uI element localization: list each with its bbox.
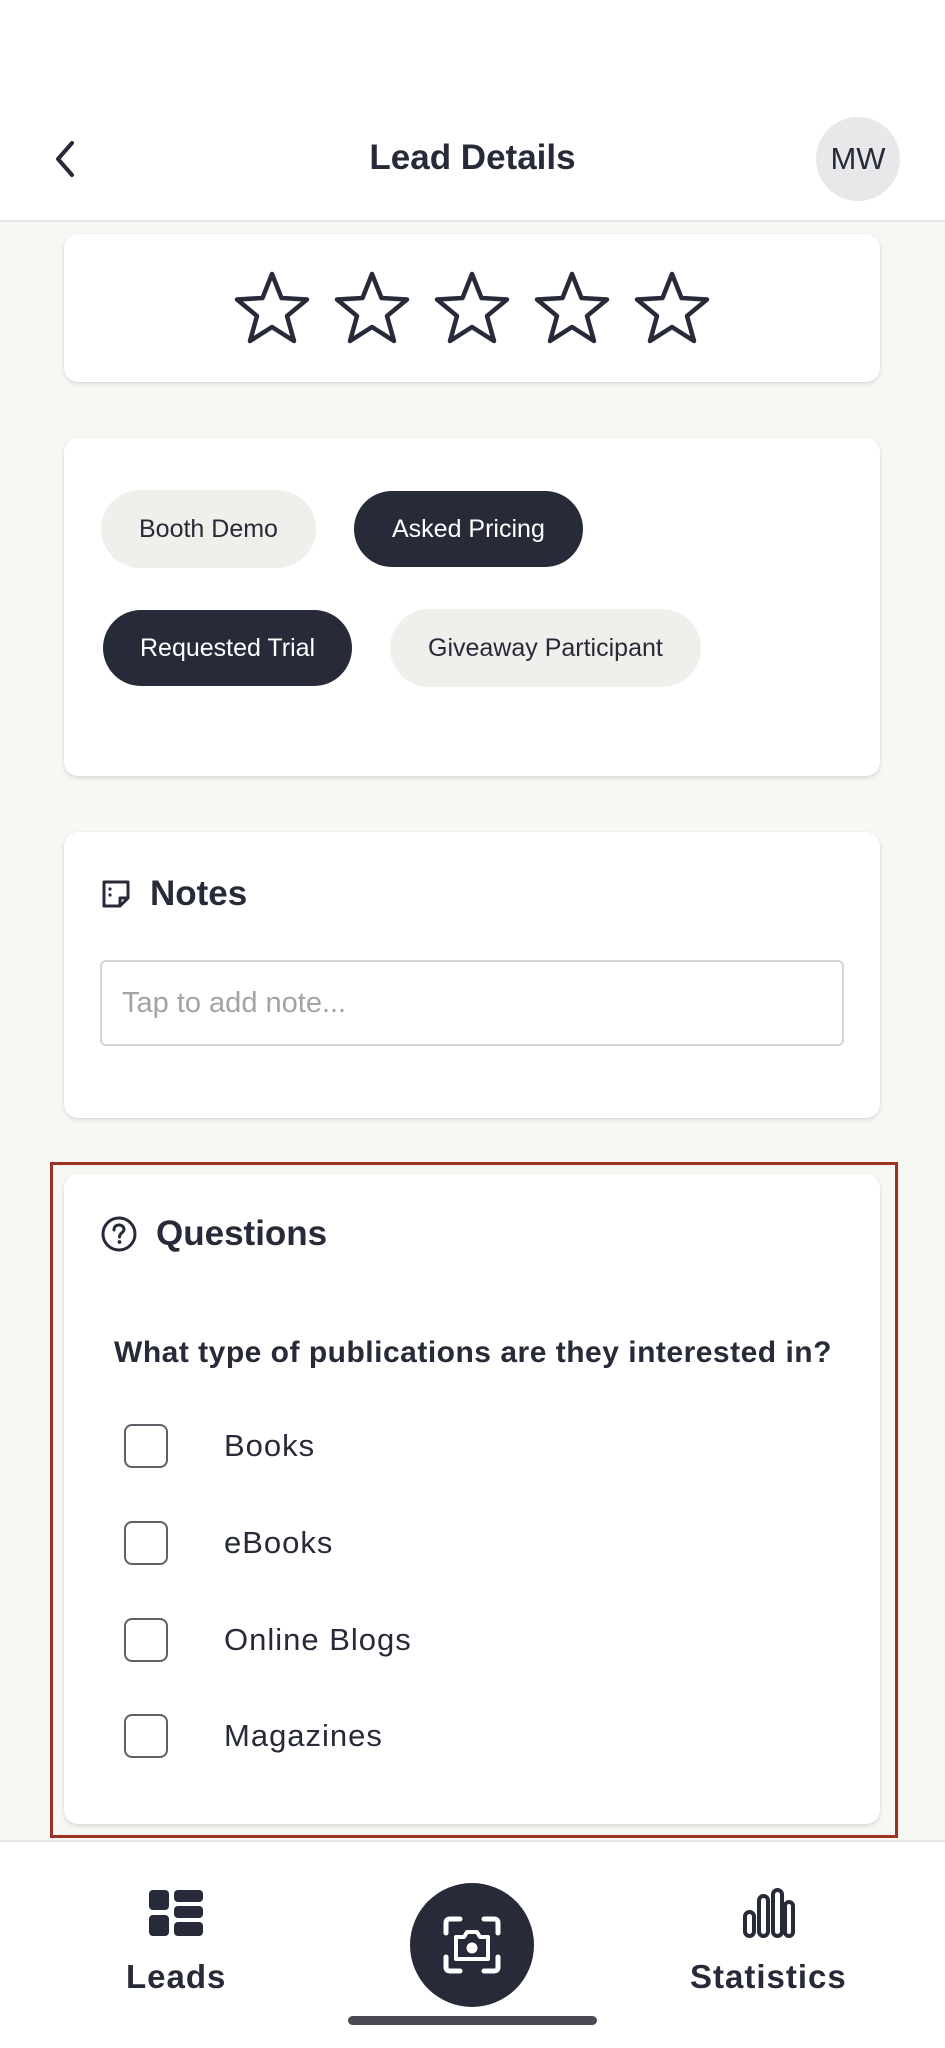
checkbox[interactable] [124,1521,168,1565]
notes-title: Notes [150,874,248,913]
app-header: Lead Details MW [0,0,945,222]
option-online-blogs[interactable]: Online Blogs [124,1610,412,1670]
home-indicator [348,2016,597,2025]
notes-card: Notes [64,832,880,1118]
star-icon[interactable] [332,268,412,348]
tag-chip-giveaway-participant[interactable]: Giveaway Participant [390,609,701,687]
option-books[interactable]: Books [124,1416,315,1476]
rating-card [64,234,880,382]
option-label: Online Blogs [224,1622,412,1657]
page-title: Lead Details [369,138,576,177]
star-icon[interactable] [432,268,512,348]
camera-scan-icon [443,1916,501,1974]
nav-statistics-label: Statistics [690,1958,847,1995]
questions-title: Questions [156,1214,328,1253]
option-label: Books [224,1428,316,1463]
checkbox[interactable] [124,1714,168,1758]
option-label: Magazines [224,1718,383,1753]
dashboard-icon [149,1890,204,1936]
star-icon[interactable] [632,268,712,348]
tags-card: Booth Demo Asked Pricing Requested Trial… [64,438,880,776]
option-ebooks[interactable]: eBooks [124,1513,333,1573]
avatar[interactable]: MW [816,117,900,201]
bar-chart-icon [743,1888,796,1938]
note-input[interactable] [100,960,844,1046]
questions-heading: Questions [100,1214,327,1254]
tag-chip-requested-trial[interactable]: Requested Trial [103,610,353,686]
scan-button[interactable] [410,1883,534,2007]
option-label: eBooks [224,1525,334,1560]
nav-leads-label: Leads [126,1958,227,1995]
nav-statistics[interactable]: Statistics [690,1888,847,1996]
tag-chip-booth-demo[interactable]: Booth Demo [101,490,316,568]
tag-chip-asked-pricing[interactable]: Asked Pricing [354,491,583,567]
option-magazines[interactable]: Magazines [124,1706,383,1766]
question-circle-icon [101,1216,137,1252]
star-icon[interactable] [232,268,312,348]
sticky-note-icon [102,880,130,908]
star-icon[interactable] [532,268,612,348]
nav-leads[interactable]: Leads [126,1888,226,1996]
notes-heading: Notes [100,874,247,914]
checkbox[interactable] [124,1424,168,1468]
checkbox[interactable] [124,1618,168,1662]
question-text: What type of publications are they inter… [114,1336,832,1369]
questions-card: Questions What type of publications are … [64,1174,880,1824]
